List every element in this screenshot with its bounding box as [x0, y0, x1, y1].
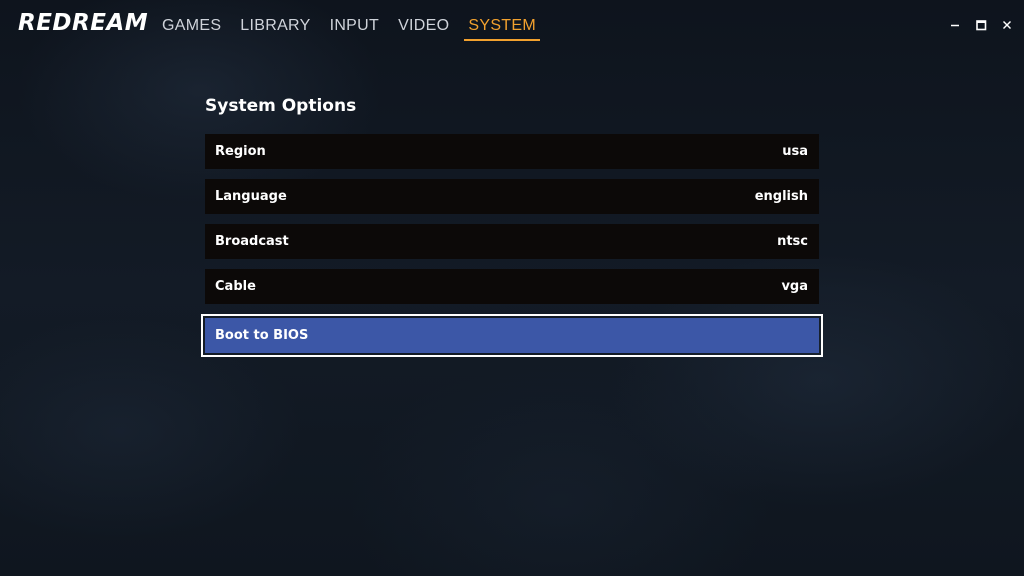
tab-games[interactable]: GAMES [162, 14, 221, 41]
option-row-region[interactable]: Region usa [205, 134, 819, 169]
tab-input[interactable]: INPUT [330, 14, 380, 41]
option-value: usa [782, 144, 808, 159]
minimize-button[interactable] [948, 17, 962, 31]
option-label: Boot to BIOS [215, 328, 309, 343]
option-label: Cable [215, 279, 256, 294]
option-row-broadcast[interactable]: Broadcast ntsc [205, 224, 819, 259]
tab-video[interactable]: VIDEO [398, 14, 449, 41]
minimize-icon [951, 24, 959, 27]
page-title: System Options [205, 96, 357, 116]
close-icon [1003, 21, 1011, 29]
option-row-language[interactable]: Language english [205, 179, 819, 214]
option-label: Region [215, 144, 266, 159]
main-nav: GAMES LIBRARY INPUT VIDEO SYSTEM [162, 14, 559, 41]
option-value: vga [781, 279, 808, 294]
maximize-button[interactable] [974, 17, 988, 31]
tab-library[interactable]: LIBRARY [240, 14, 310, 41]
maximize-icon [976, 20, 987, 31]
option-value: english [754, 189, 808, 204]
system-options-panel: System Options Region usa Language engli… [201, 96, 823, 363]
option-value: ntsc [777, 234, 808, 249]
option-row-boot-to-bios[interactable]: Boot to BIOS [201, 314, 823, 357]
option-label: Broadcast [215, 234, 289, 249]
option-label: Language [215, 189, 287, 204]
close-button[interactable] [1000, 17, 1014, 31]
top-bar: REDREAM GAMES LIBRARY INPUT VIDEO SYSTEM [0, 0, 1024, 54]
tab-system[interactable]: SYSTEM [464, 14, 540, 41]
app-logo: REDREAM [18, 10, 149, 36]
option-row-cable[interactable]: Cable vga [205, 269, 819, 304]
